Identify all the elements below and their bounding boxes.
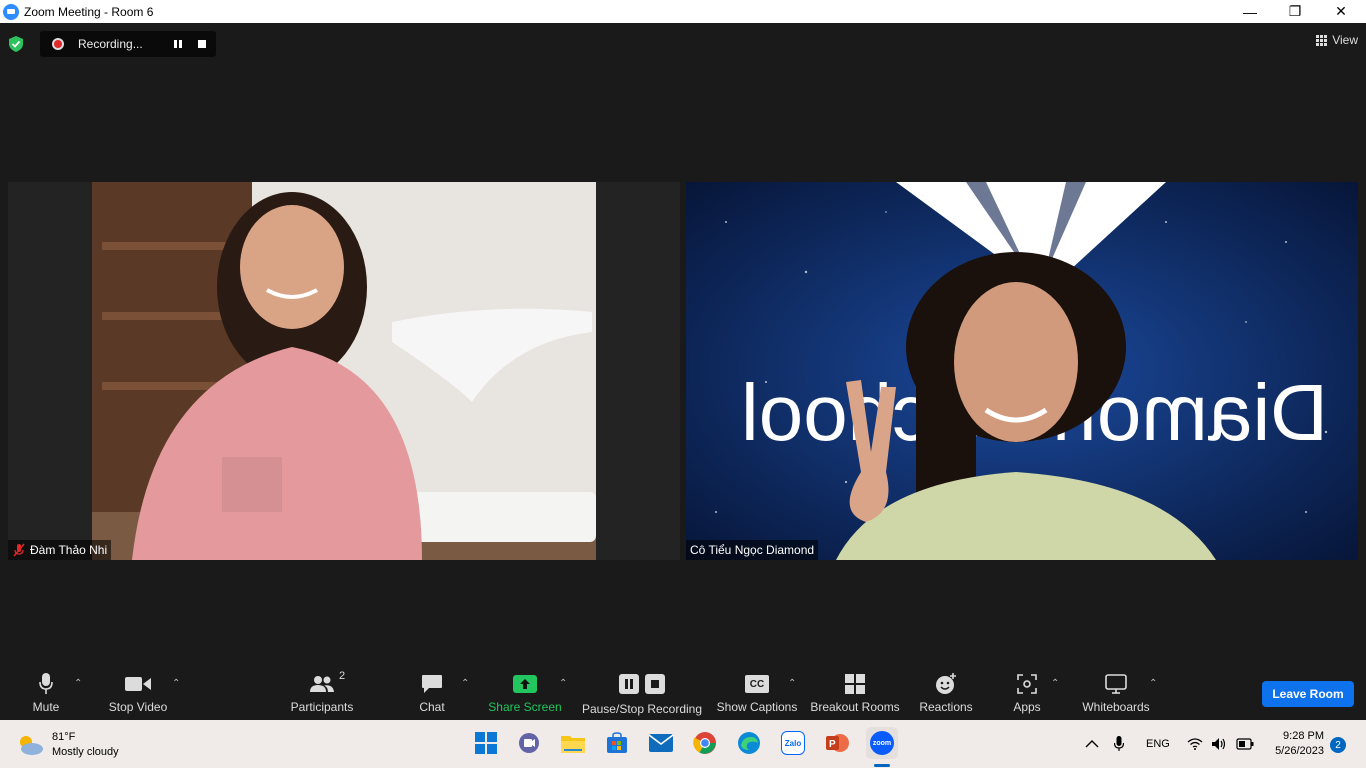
mail-icon[interactable] [648, 730, 674, 756]
stop-video-button[interactable]: Stop Video [108, 672, 168, 714]
video-camera-icon [125, 677, 151, 691]
title-bar: Zoom Meeting - Room 6 — ❐ ✕ [0, 0, 1366, 23]
volume-icon[interactable] [1211, 720, 1227, 768]
maximize-button[interactable]: ❐ [1272, 0, 1318, 23]
stop-video-label: Stop Video [108, 700, 168, 714]
whiteboards-button[interactable]: Whiteboards [1080, 672, 1152, 714]
pause-recording-icon[interactable] [174, 40, 182, 48]
participant-video [92, 182, 596, 560]
tray-microphone-icon[interactable] [1114, 720, 1124, 768]
meeting-controls: Mute ⌃ Stop Video ⌃ 2 Participants Chat … [0, 660, 1366, 720]
reactions-label: Reactions [919, 700, 973, 714]
weather-temperature: 81°F [52, 731, 76, 743]
apps-label: Apps [1013, 700, 1041, 714]
show-captions-button[interactable]: CC Show Captions [716, 672, 798, 714]
windows-taskbar: 81°F Mostly cloudy Zalo P zoom ENG 9:28 … [0, 720, 1366, 768]
clock-date: 5/26/2023 [1275, 745, 1324, 757]
active-app-indicator [874, 764, 890, 767]
zalo-icon[interactable]: Zalo [780, 730, 806, 756]
chat-label: Chat [419, 700, 445, 714]
participant-name-tag: Đàm Thảo Nhi [8, 540, 112, 560]
meeting-area: Recording... View Đàm Thảo Nhi Diamond C… [0, 23, 1366, 660]
recording-dot-icon [52, 38, 64, 50]
breakout-rooms-button[interactable]: Breakout Rooms [810, 672, 900, 714]
notification-count-badge[interactable]: 2 [1330, 737, 1346, 753]
wifi-icon[interactable] [1187, 720, 1203, 768]
recording-indicator: Recording... [40, 31, 216, 57]
leave-room-button[interactable]: Leave Room [1262, 681, 1354, 707]
mute-button[interactable]: Mute [26, 672, 66, 714]
participant-name: Đàm Thảo Nhi [30, 543, 108, 557]
close-button[interactable]: ✕ [1318, 0, 1364, 23]
edge-icon[interactable] [736, 730, 762, 756]
participant-name: Cô Tiểu Ngọc Diamond [690, 543, 815, 557]
whiteboards-options-chevron-up-icon[interactable]: ⌃ [1149, 678, 1157, 689]
captions-options-chevron-up-icon[interactable]: ⌃ [788, 678, 796, 689]
weather-description: Mostly cloudy [52, 746, 119, 758]
show-captions-label: Show Captions [716, 700, 798, 714]
recording-label: Recording... [78, 37, 143, 51]
chrome-icon[interactable] [692, 730, 718, 756]
participants-count: 2 [339, 670, 346, 682]
chat-options-chevron-up-icon[interactable]: ⌃ [461, 678, 469, 689]
whiteboard-icon [1105, 674, 1127, 694]
microsoft-store-icon[interactable] [604, 730, 630, 756]
closed-captions-icon: CC [745, 675, 769, 693]
pause-stop-recording-label: Pause/Stop Recording [581, 702, 703, 716]
system-clock[interactable]: 9:28 PM 5/26/2023 [1264, 729, 1324, 759]
share-screen-label: Share Screen [488, 700, 562, 714]
apps-button[interactable]: Apps [1008, 672, 1046, 714]
chat-bubble-icon [422, 675, 442, 693]
teams-chat-icon[interactable] [516, 730, 542, 756]
windows-start-icon[interactable] [473, 730, 499, 756]
window-title: Zoom Meeting - Room 6 [24, 4, 154, 19]
muted-mic-icon [13, 543, 25, 557]
svg-text:P: P [829, 739, 836, 750]
video-tile[interactable]: Diamond School Cô Tiểu Ngọc Diamond [686, 182, 1358, 560]
battery-icon[interactable] [1236, 720, 1254, 768]
file-explorer-icon[interactable] [560, 730, 586, 756]
breakout-rooms-label: Breakout Rooms [810, 700, 900, 714]
pause-icon [619, 674, 639, 694]
participant-name-tag: Cô Tiểu Ngọc Diamond [686, 540, 819, 560]
breakout-rooms-icon [845, 674, 865, 694]
video-options-chevron-up-icon[interactable]: ⌃ [172, 678, 180, 689]
apps-options-chevron-up-icon[interactable]: ⌃ [1051, 678, 1059, 689]
mute-label: Mute [32, 700, 60, 714]
share-screen-icon [513, 675, 537, 693]
pause-stop-recording-button[interactable]: Pause/Stop Recording [580, 672, 704, 716]
clock-time: 9:28 PM [1283, 730, 1324, 742]
cloudy-weather-icon [20, 736, 43, 755]
microphone-icon [39, 673, 53, 694]
share-options-chevron-up-icon[interactable]: ⌃ [559, 678, 567, 689]
show-hidden-icons-chevron-up-icon[interactable] [1085, 720, 1099, 768]
participants-icon [310, 676, 334, 692]
participant-video: Diamond School [686, 182, 1358, 560]
view-label: View [1332, 33, 1358, 47]
grid-view-icon [1316, 34, 1328, 46]
share-screen-button[interactable]: Share Screen [488, 672, 562, 714]
stop-recording-icon[interactable] [198, 40, 206, 48]
audio-options-chevron-up-icon[interactable]: ⌃ [74, 678, 82, 689]
minimize-button[interactable]: — [1227, 0, 1273, 23]
weather-widget[interactable]: 81°F Mostly cloudy [16, 730, 119, 760]
zoom-logo-icon [3, 3, 19, 20]
meeting-status-bar: Recording... [8, 31, 216, 57]
smiley-plus-icon [936, 673, 956, 694]
video-tile[interactable]: Đàm Thảo Nhi [8, 182, 680, 560]
powerpoint-icon[interactable]: P [824, 730, 850, 756]
chat-button[interactable]: Chat [416, 672, 448, 714]
zoom-app-icon[interactable]: zoom [866, 727, 898, 759]
apps-icon [1017, 674, 1037, 694]
participants-button[interactable]: 2 Participants [290, 670, 354, 714]
whiteboards-label: Whiteboards [1082, 700, 1150, 714]
view-button[interactable]: View [1316, 33, 1358, 47]
security-shield-icon[interactable] [8, 36, 24, 52]
input-language[interactable]: ENG [1146, 720, 1170, 768]
reactions-button[interactable]: Reactions [918, 672, 974, 714]
stop-icon [645, 674, 665, 694]
participants-label: Participants [290, 700, 354, 714]
